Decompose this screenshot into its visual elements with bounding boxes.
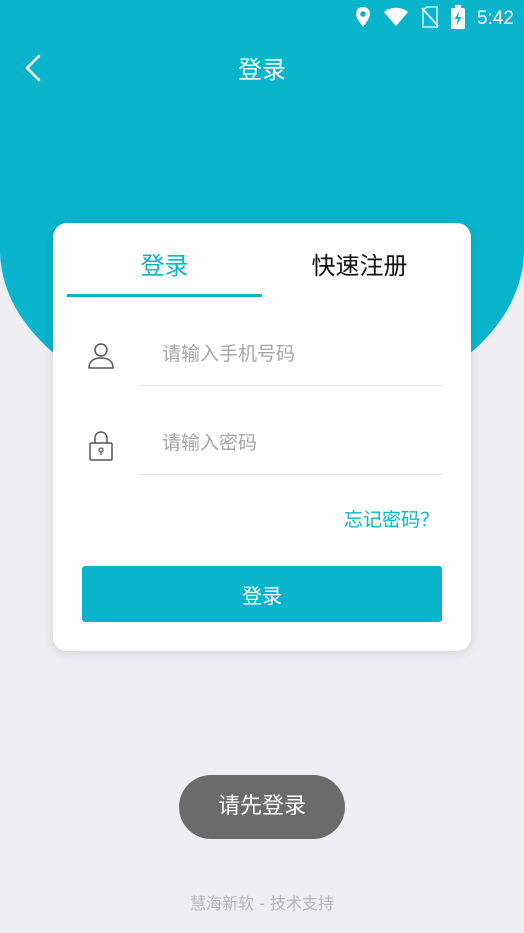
tab-login[interactable]: 登录 xyxy=(67,243,262,295)
no-sim-icon xyxy=(421,6,439,32)
location-icon xyxy=(355,6,371,32)
password-field xyxy=(138,414,443,475)
lock-icon xyxy=(86,430,116,461)
login-button[interactable]: 登录 xyxy=(82,566,442,622)
password-input[interactable] xyxy=(138,414,442,472)
phone-input[interactable] xyxy=(138,325,442,383)
user-icon xyxy=(86,341,116,371)
battery-charging-icon xyxy=(451,5,466,33)
login-card: 登录 快速注册 忘记密码？ 登录 xyxy=(53,223,471,651)
forgot-password-link[interactable]: 忘记密码？ xyxy=(344,505,439,532)
footer-credit: 慧海新软 - 技术支持 xyxy=(190,894,334,913)
status-time: 5:42 xyxy=(477,8,514,29)
page-title: 登录 xyxy=(238,56,286,84)
phone-field xyxy=(138,325,443,386)
toast-message: 请先登录 xyxy=(179,775,345,839)
active-tab-indicator xyxy=(67,294,262,297)
wifi-icon xyxy=(383,7,409,31)
status-icons: 5:42 xyxy=(355,4,514,34)
tab-quick-register[interactable]: 快速注册 xyxy=(262,243,457,295)
status-bar: 5:42 xyxy=(0,0,524,38)
